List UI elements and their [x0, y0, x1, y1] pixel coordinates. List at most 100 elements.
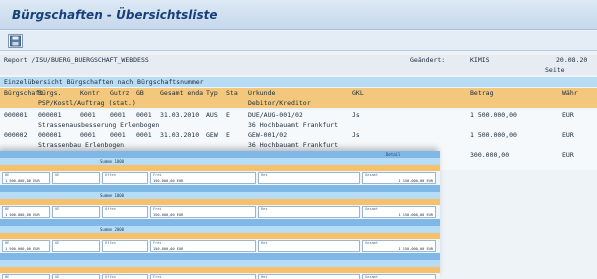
- table-cell: 0001: [136, 131, 152, 139]
- overlay-field-label: Gesamt: [365, 173, 378, 177]
- overlay-value-field[interactable]: Frei 150.000,00 EUR: [150, 240, 256, 252]
- overlay-field-label: UE: [55, 173, 60, 177]
- overlay-value-field[interactable]: Res: [258, 172, 360, 184]
- overlay-field-label: Res: [261, 275, 268, 279]
- overlay-field-value: 1 500.000,00 EUR: [5, 179, 40, 183]
- table-row[interactable]: 000002 000001 0001 0001 0001 31.03.2010 GEW E GE…: [0, 130, 597, 140]
- column-header-cell: GB: [136, 89, 144, 97]
- summary-overlay-window: Detail Summe 1000 BE 1 500.000,00 EUR UE Offe…: [0, 151, 440, 279]
- overlay-value-field[interactable]: Gesamt1 150.000,00 EUR: [362, 206, 436, 218]
- column-header-cell: Währ: [562, 89, 578, 97]
- overlay-field-label: UE: [55, 207, 60, 211]
- table-cell: 0001: [110, 131, 126, 139]
- table-cell: 1 500.000,00: [470, 111, 517, 119]
- overlay-value-field[interactable]: Offen: [102, 206, 148, 218]
- overlay-value-field[interactable]: Offen: [102, 172, 148, 184]
- report-name: Report /ISU/BUERG_BUERGSCHAFT_WEBDESS: [4, 56, 149, 64]
- overlay-field-label: UE: [55, 275, 60, 279]
- toolbar: [0, 31, 597, 51]
- column-header-cell: GKL: [352, 89, 364, 97]
- overlay-band: [0, 185, 440, 192]
- overlay-sum-label: Summe 2000: [100, 227, 125, 232]
- table-cell: Js: [352, 111, 360, 119]
- table-cell: 000001: [38, 131, 62, 139]
- column-header-cell: Bürgs.: [38, 89, 62, 97]
- overlay-value-field[interactable]: Gesamt1 150.000,00 EUR: [362, 172, 436, 184]
- report-window: Bürgschaften - Übersichtsliste Report /I…: [0, 0, 597, 279]
- table-cell: 300.000,00: [470, 151, 510, 159]
- window-title: Bürgschaften - Übersichtsliste: [12, 8, 218, 22]
- column-header-cell: Typ: [206, 89, 218, 97]
- overlay-value-field[interactable]: Res: [258, 206, 360, 218]
- table-cell: 0001: [136, 111, 152, 119]
- overlay-field-label: Res: [261, 207, 268, 211]
- changed-label: Geändert:: [410, 56, 446, 64]
- table-cell: EUR: [562, 111, 574, 119]
- overlay-band: [0, 253, 440, 260]
- section-title: Einzelübersicht Bürgschaften nach Bürgsc…: [4, 78, 204, 86]
- overlay-value-field[interactable]: Gesamt1 150.000,00 EUR: [362, 240, 436, 252]
- page-label: Seite: [545, 66, 565, 74]
- overlay-field-label: Gesamt: [365, 207, 378, 211]
- table-cell: GEW: [206, 131, 218, 139]
- overlay-field-value: 150.000,00 EUR: [153, 213, 184, 217]
- table-cell: GEW-001/02: [248, 131, 288, 139]
- table-cell: Js: [352, 131, 360, 139]
- table-cell: 0001: [80, 111, 96, 119]
- overlay-sum-row: Summe 2000: [0, 226, 440, 233]
- overlay-sum-label: Summe 1000: [100, 193, 125, 198]
- overlay-field-value: 1 150.000,00 EUR: [398, 247, 433, 251]
- overlay-value-field[interactable]: Frei 150.000,00 EUR: [150, 206, 256, 218]
- table-cell: AUS: [206, 111, 218, 119]
- table-cell: E: [226, 111, 230, 119]
- report-meta-line: Report /ISU/BUERG_BUERGSCHAFT_WEBDESS Ge…: [0, 55, 597, 65]
- overlay-value-row: BE 1 500.000,00 EUR UE Offen Frei 150.000,00 …: [0, 171, 440, 185]
- overlay-value-field[interactable]: Res: [258, 274, 360, 279]
- table-cell: 000001: [4, 111, 28, 119]
- overlay-value-field[interactable]: UE: [52, 206, 100, 218]
- overlay-sum-row: [0, 260, 440, 267]
- overlay-band: Detail: [0, 151, 440, 158]
- table-cell: Strassenbau Erlenbogen: [38, 141, 125, 149]
- section-title-row: Einzelübersicht Bürgschaften nach Bürgsc…: [0, 77, 597, 87]
- overlay-value-field[interactable]: BE1 500.000,00 EUR: [2, 240, 50, 252]
- report-date: 20.08.20: [556, 56, 588, 64]
- overlay-value-field[interactable]: BE1 500.000,00 EUR: [2, 206, 50, 218]
- title-bar: Bürgschaften - Übersichtsliste: [0, 0, 597, 30]
- overlay-value-field[interactable]: Offen: [102, 240, 148, 252]
- column-header-cell: Gutrz: [110, 89, 130, 97]
- overlay-value-field[interactable]: Gesamt1 150.000,00 EUR: [362, 274, 436, 279]
- table-cell: 1 500.000,00: [470, 131, 517, 139]
- overlay-value-field[interactable]: UE: [52, 240, 100, 252]
- overlay-field-value: 1 500.000,00 EUR: [5, 213, 40, 217]
- table-cell: E: [226, 131, 230, 139]
- table-cell: EUR: [562, 131, 574, 139]
- column-header-cell: Kontr: [80, 89, 100, 97]
- table-row[interactable]: 000001 000001 0001 0001 0001 31.03.2010 AUS E DU…: [0, 110, 597, 120]
- overlay-field-label: Frei: [153, 275, 162, 279]
- overlay-field-value: 150.000,00 EUR: [153, 179, 184, 183]
- table-cell: 000001: [38, 111, 62, 119]
- table-cell: 36 Hochbauamt Frankfurt: [248, 141, 339, 149]
- overlay-value-field[interactable]: Frei 150.000,00 EUR: [150, 172, 256, 184]
- overlay-sum-label: Summe 1000: [100, 159, 125, 164]
- overlay-value-field[interactable]: Offen: [102, 274, 148, 279]
- save-icon: [10, 35, 21, 47]
- overlay-value-field[interactable]: Frei20.000,00 EUR: [150, 274, 256, 279]
- save-button[interactable]: [8, 34, 23, 48]
- overlay-sum-row: Summe 1000: [0, 192, 440, 199]
- overlay-value-field[interactable]: BE1 500.000,00 EUR: [2, 172, 50, 184]
- overlay-value-field[interactable]: UE: [52, 172, 100, 184]
- overlay-field-label: Offen: [105, 173, 116, 177]
- overlay-field-label: UE: [55, 241, 60, 245]
- overlay-value-field[interactable]: UE: [52, 274, 100, 279]
- column-header-cell: PSP/Kostl/Auftrag (stat.): [38, 99, 136, 107]
- table-cell: 000002: [4, 131, 28, 139]
- column-header-cell: Betrag: [470, 89, 494, 97]
- overlay-value-field[interactable]: Res: [258, 240, 360, 252]
- overlay-field-label: BE: [5, 275, 10, 279]
- overlay-band-label: Detail: [386, 152, 401, 157]
- column-header-row: Bürgschaft Bürgs. Kontr Gutrz GB Gesamt enda T…: [0, 88, 597, 98]
- overlay-value-field[interactable]: BE1 500.000,00 EUR: [2, 274, 50, 279]
- table-cell: DUE/AUG-001/02: [248, 111, 303, 119]
